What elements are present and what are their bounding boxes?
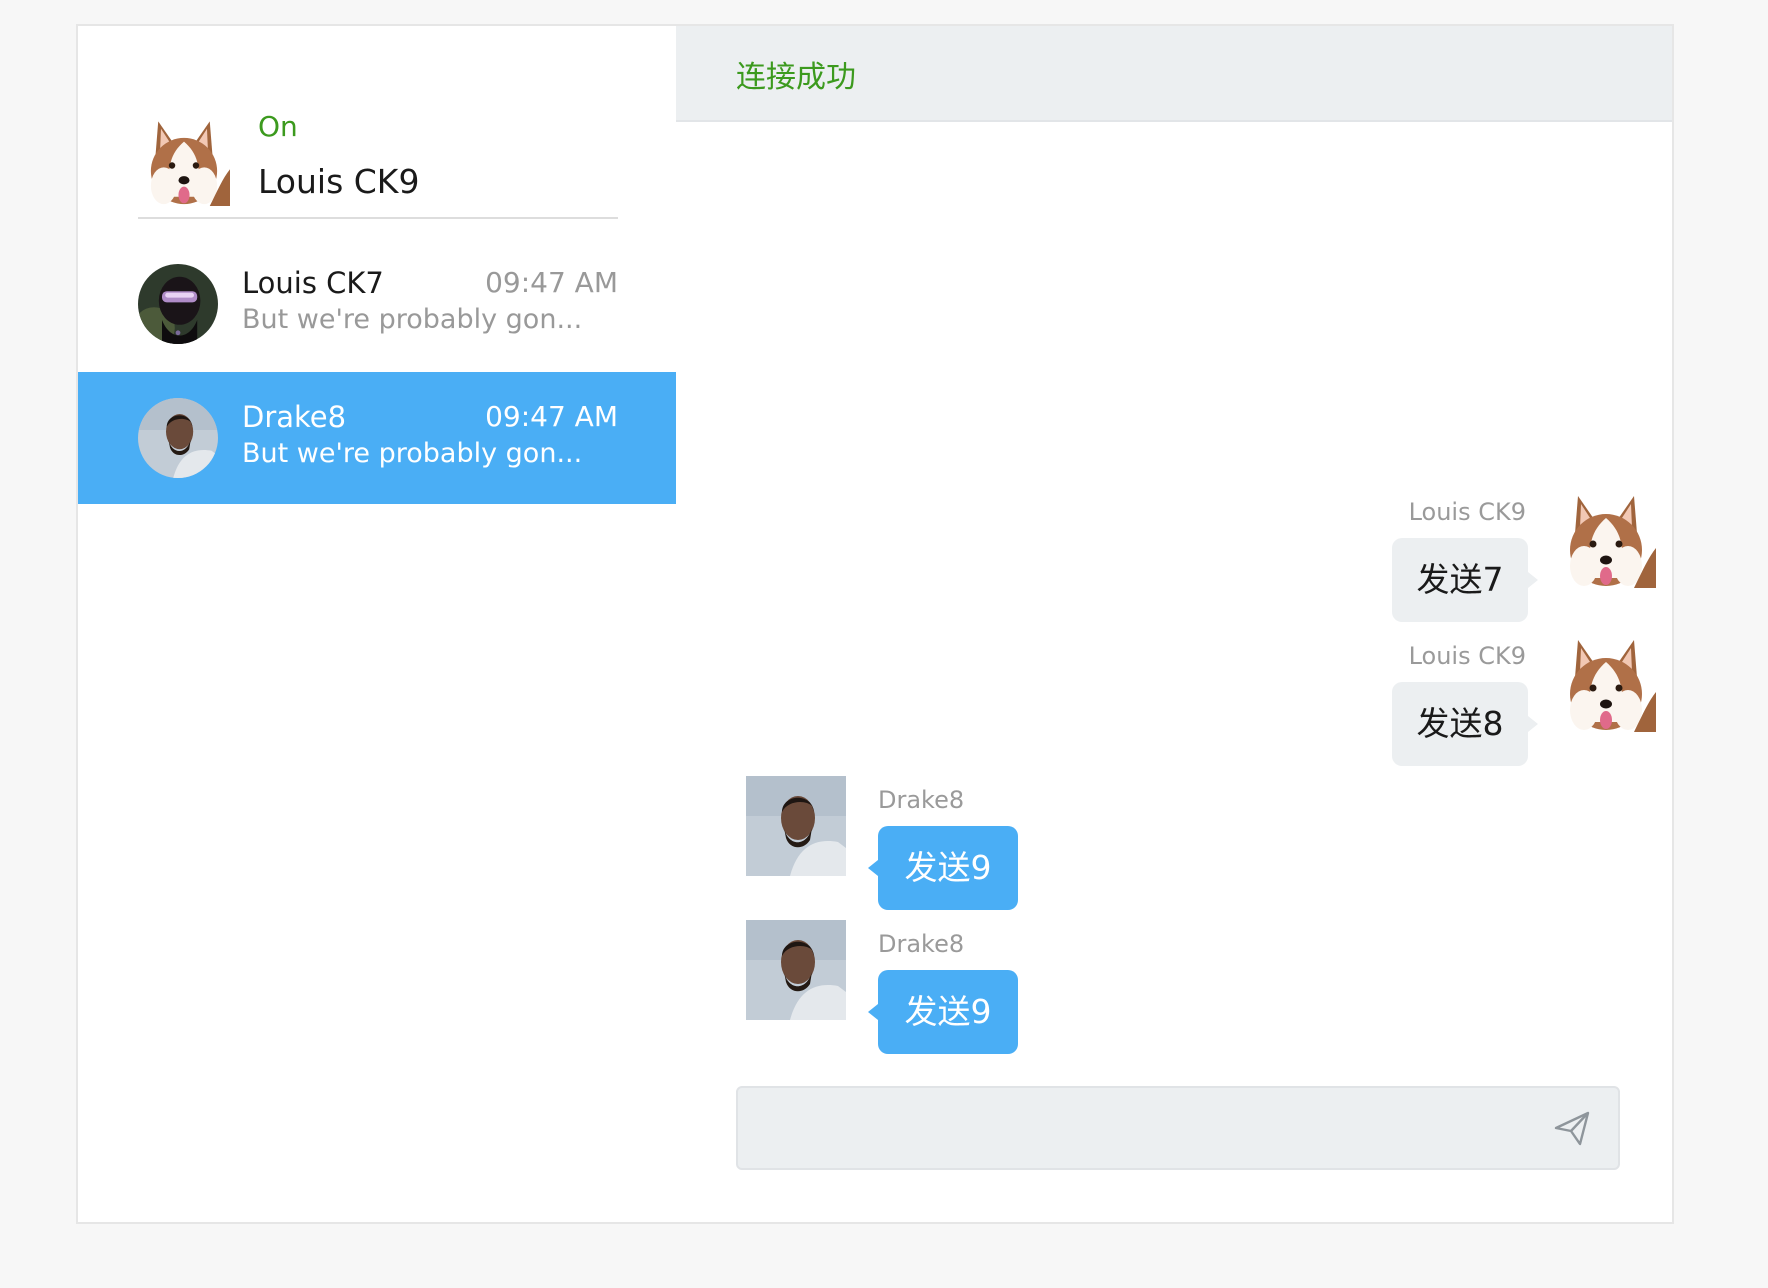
conversation-item-louis-ck7[interactable]: Louis CK7 09:47 AM But we're probably go… <box>78 238 676 370</box>
sidebar: On Louis CK9 Louis CK7 09:47 AM But we'r… <box>76 24 678 1224</box>
drake-avatar-icon <box>746 776 846 876</box>
drake-avatar-icon <box>746 920 846 1020</box>
message-bubble[interactable]: 发送8 <box>1392 682 1528 766</box>
message-incoming: Drake8 发送9 <box>746 920 1066 1054</box>
divider <box>138 217 618 219</box>
message-sender: Drake8 <box>878 930 965 958</box>
helmet-avatar-icon <box>138 264 218 344</box>
bubble-tail <box>868 1004 878 1020</box>
connection-status-title: 连接成功 <box>736 60 856 95</box>
message-outgoing: Louis CK9 发送7 <box>1336 488 1656 622</box>
online-status: On <box>258 110 298 143</box>
message-sender: Louis CK9 <box>1408 498 1526 526</box>
conversation-time: 09:47 AM <box>485 266 618 299</box>
conversation-preview: But we're probably gon... <box>242 438 583 469</box>
husky-avatar-icon <box>1556 488 1656 588</box>
bubble-tail <box>1528 572 1538 588</box>
message-bubble[interactable]: 发送9 <box>878 826 1018 910</box>
conversation-preview: But we're probably gon... <box>242 304 583 335</box>
message-bubble[interactable]: 发送7 <box>1392 538 1528 622</box>
bubble-tail <box>868 860 878 876</box>
chat-header: 连接成功 <box>676 26 1672 122</box>
message-outgoing: Louis CK9 发送8 <box>1336 632 1656 766</box>
drake-avatar-icon <box>138 398 218 478</box>
husky-avatar-icon <box>138 114 230 206</box>
bubble-tail <box>1528 716 1538 732</box>
chat-panel: 连接成功 Louis CK9 发送7 Louis CK9 发送8 Drake8 … <box>676 24 1674 1224</box>
conversation-name: Drake8 <box>242 400 347 434</box>
current-user-card: On Louis CK9 <box>138 80 638 206</box>
send-icon[interactable] <box>1552 1108 1592 1148</box>
message-composer <box>736 1086 1620 1170</box>
husky-avatar-icon <box>1556 632 1656 732</box>
conversation-time: 09:47 AM <box>485 400 618 433</box>
message-incoming: Drake8 发送9 <box>746 776 1066 910</box>
message-sender: Drake8 <box>878 786 965 814</box>
conversation-item-drake8[interactable]: Drake8 09:47 AM But we're probably gon..… <box>78 372 676 504</box>
message-bubble[interactable]: 发送9 <box>878 970 1018 1054</box>
message-input[interactable] <box>758 1100 1542 1158</box>
current-user-name: Louis CK9 <box>258 162 420 201</box>
conversation-name: Louis CK7 <box>242 266 384 300</box>
message-sender: Louis CK9 <box>1408 642 1526 670</box>
chat-app: On Louis CK9 Louis CK7 09:47 AM But we'r… <box>76 24 1674 1224</box>
